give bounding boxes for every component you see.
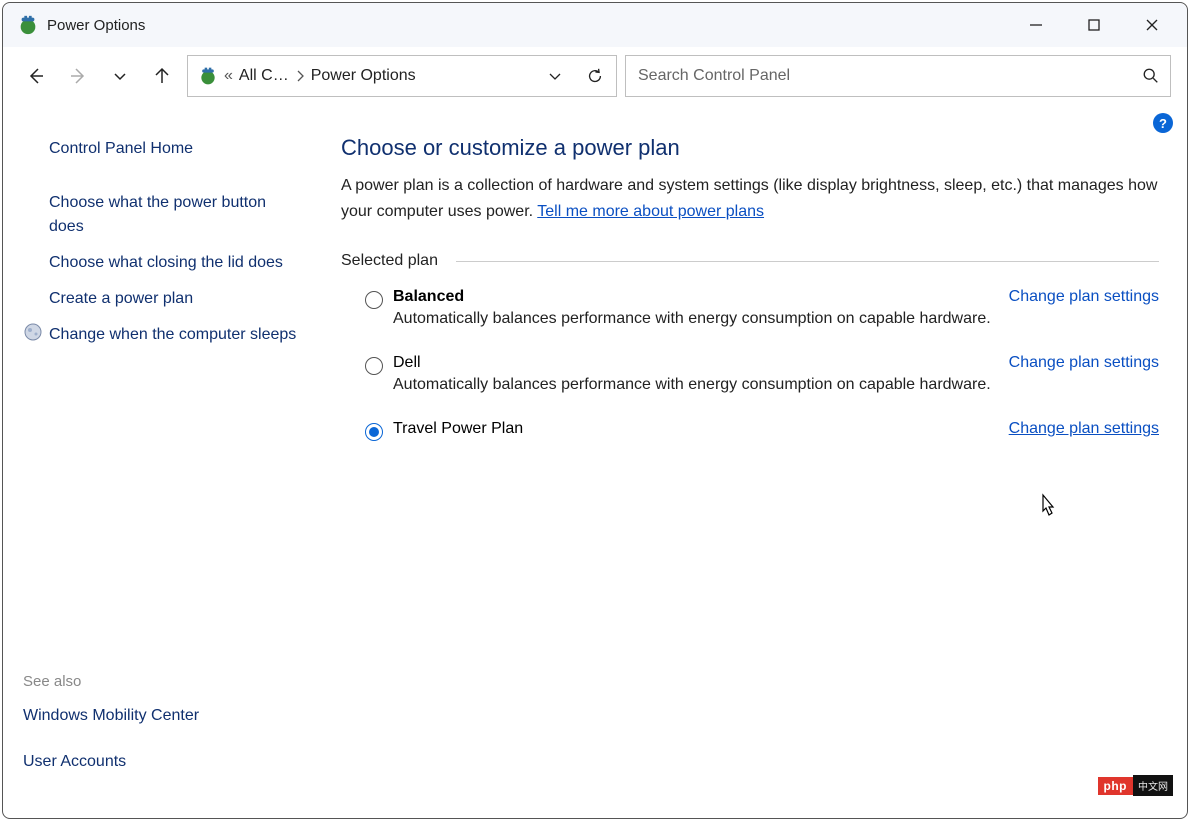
chevron-down-icon[interactable] [538, 59, 572, 93]
power-plan-row: Balanced Change plan settings Automatica… [341, 288, 1159, 354]
plan-radio-travel[interactable] [365, 423, 383, 441]
forward-button[interactable] [61, 59, 95, 93]
page-description: A power plan is a collection of hardware… [341, 173, 1159, 224]
power-plan-row: Dell Change plan settings Automatically … [341, 354, 1159, 420]
plan-name[interactable]: Balanced [393, 288, 464, 306]
power-options-icon [198, 66, 218, 86]
close-button[interactable] [1123, 7, 1181, 43]
watermark-php: php [1098, 777, 1134, 795]
maximize-button[interactable] [1065, 7, 1123, 43]
window-controls [1007, 7, 1181, 43]
search-bar[interactable] [625, 55, 1171, 97]
selected-plan-header: Selected plan [341, 252, 1159, 270]
breadcrumb-all-control-panel[interactable]: All C… [239, 67, 289, 85]
sidebar-item-closing-lid[interactable]: Choose what closing the lid does [23, 245, 305, 281]
sidebar: Control Panel Home Choose what the power… [3, 105, 315, 818]
moon-icon [23, 322, 43, 342]
up-button[interactable] [145, 59, 179, 93]
recent-locations-button[interactable] [103, 59, 137, 93]
window-title: Power Options [47, 17, 1007, 34]
sidebar-item-create-plan[interactable]: Create a power plan [23, 281, 305, 317]
power-options-icon [17, 14, 39, 36]
change-plan-settings-link[interactable]: Change plan settings [1009, 420, 1159, 438]
minimize-button[interactable] [1007, 7, 1065, 43]
window: Power Options [2, 2, 1188, 819]
plan-name[interactable]: Travel Power Plan [393, 420, 523, 438]
plan-radio-dell[interactable] [365, 357, 383, 375]
page-title: Choose or customize a power plan [341, 135, 1159, 161]
search-input[interactable] [636, 66, 1142, 86]
back-button[interactable] [19, 59, 53, 93]
sidebar-item-computer-sleeps[interactable]: Change when the computer sleeps [49, 317, 296, 353]
control-panel-home-link[interactable]: Control Panel Home [23, 131, 305, 167]
divider [456, 261, 1159, 262]
user-accounts-link[interactable]: User Accounts [23, 744, 305, 780]
tell-me-more-link[interactable]: Tell me more about power plans [537, 203, 764, 220]
plan-description: Automatically balances performance with … [393, 310, 1159, 328]
breadcrumb-power-options[interactable]: Power Options [311, 67, 416, 85]
windows-mobility-center-link[interactable]: Windows Mobility Center [23, 698, 305, 734]
watermark-cn: 中文网 [1133, 775, 1173, 796]
breadcrumb-prefix: « [224, 67, 233, 85]
see-also-label: See also [23, 673, 305, 690]
address-bar[interactable]: « All C… Power Options [187, 55, 617, 97]
plan-description: Automatically balances performance with … [393, 376, 1159, 394]
plan-radio-balanced[interactable] [365, 291, 383, 309]
plan-name[interactable]: Dell [393, 354, 421, 372]
search-icon[interactable] [1142, 67, 1160, 85]
chevron-right-icon [295, 70, 305, 82]
watermark: php 中文网 [1098, 775, 1174, 796]
change-plan-settings-link[interactable]: Change plan settings [1009, 354, 1159, 372]
navigation-bar: « All C… Power Options [3, 47, 1187, 105]
title-bar: Power Options [3, 3, 1187, 47]
main-panel: Choose or customize a power plan A power… [315, 105, 1187, 818]
selected-plan-label: Selected plan [341, 252, 456, 270]
sidebar-item-power-button[interactable]: Choose what the power button does [23, 185, 305, 245]
power-plan-row: Travel Power Plan Change plan settings [341, 420, 1159, 467]
refresh-button[interactable] [578, 59, 612, 93]
content-area: ? Control Panel Home Choose what the pow… [3, 105, 1187, 818]
change-plan-settings-link[interactable]: Change plan settings [1009, 288, 1159, 306]
